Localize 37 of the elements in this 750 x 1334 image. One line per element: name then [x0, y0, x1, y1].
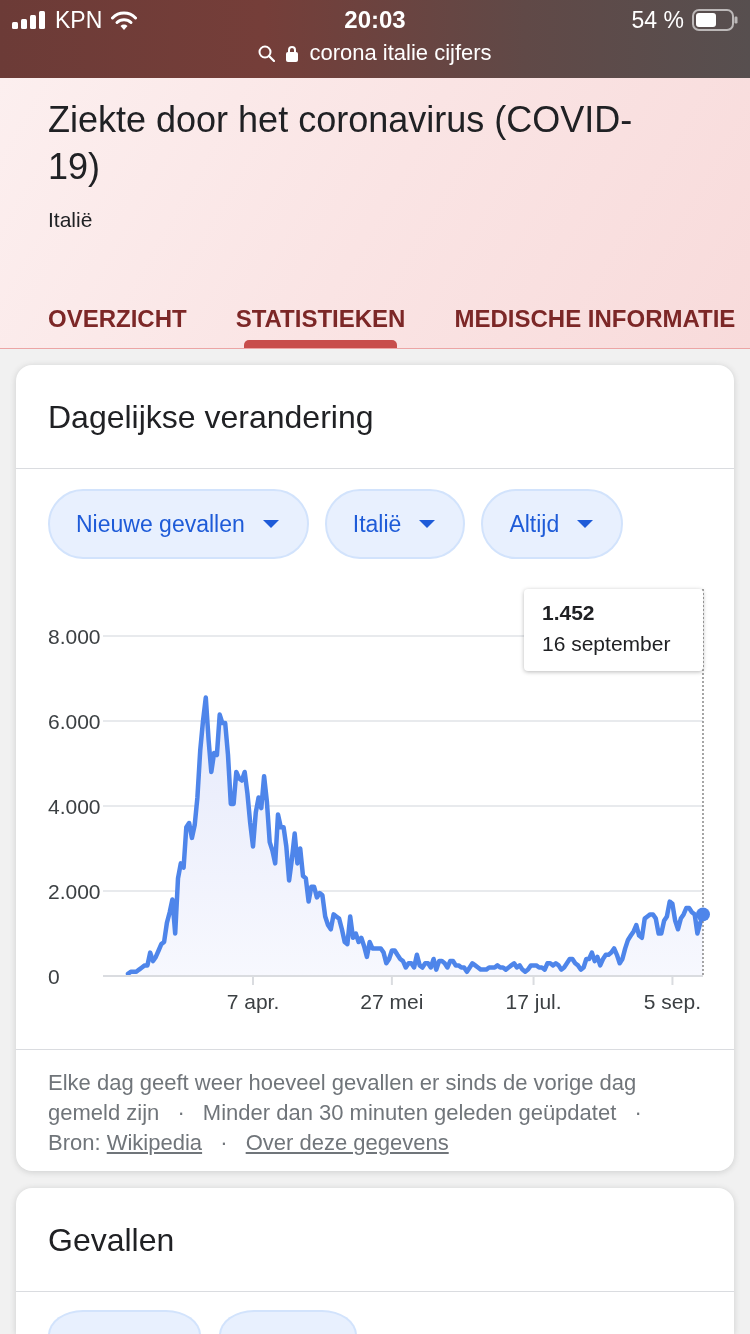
y-axis-label: 2.000 [48, 880, 101, 903]
x-axis-label: 17 jul. [505, 990, 562, 1013]
address-text[interactable]: corona italie cijfers [309, 40, 492, 66]
search-icon [258, 44, 276, 62]
tab[interactable]: STATISTIEKEN [235, 278, 406, 348]
wifi-icon [111, 10, 138, 30]
tab[interactable]: OVERZICHT [48, 278, 187, 348]
tooltip-value: 1.452 [542, 600, 596, 626]
y-axis-label: 8.000 [48, 625, 101, 648]
x-axis-label: 27 mei [360, 990, 424, 1013]
caret-icon [419, 520, 436, 528]
x-axis-label: 7 apr. [226, 990, 280, 1013]
point-marker-icon [696, 907, 710, 922]
y-axis-label: 0 [48, 965, 60, 988]
card-title: Gevallen [48, 1220, 175, 1260]
y-axis-label: 4.000 [48, 795, 101, 818]
page-title: Ziekte door het coronavirus (COVID-19) [48, 98, 634, 189]
filter-chip[interactable]: Altijd [481, 489, 624, 559]
tooltip-date: 16 september [542, 631, 672, 657]
battery-percentage: 54 % [631, 6, 684, 34]
caret-icon [577, 520, 594, 528]
carrier-name: KPN [55, 6, 103, 34]
lock-icon [286, 44, 299, 62]
footnote-link[interactable]: Wikipedia [106, 1130, 203, 1155]
battery-icon [692, 9, 738, 31]
footnote-link[interactable]: Over deze gegevens [245, 1130, 449, 1155]
card-title: Dagelijkse verandering [48, 397, 374, 437]
filter-chip[interactable]: Italië [324, 489, 466, 559]
location-subtitle: Italië [48, 207, 93, 233]
x-axis-label: 5 sep. [643, 990, 702, 1013]
y-axis-label: 6.000 [48, 710, 101, 733]
footnote-text: Elke dag geeft weer hoeveel gevallen er sinds de vorige dag gemeld zijn · Minder dan 30 minuten geleden geüpdatet · Bron: Wikipedia · Over deze gegevens [16, 1049, 734, 1171]
filter-chip[interactable]: Nieuwe gevallen [48, 489, 309, 559]
tab[interactable]: MEDISCHE INFORMATIE [454, 278, 736, 348]
clock-time: 20:03 [344, 6, 406, 34]
signal-icon [12, 11, 46, 29]
caret-icon [262, 520, 279, 528]
